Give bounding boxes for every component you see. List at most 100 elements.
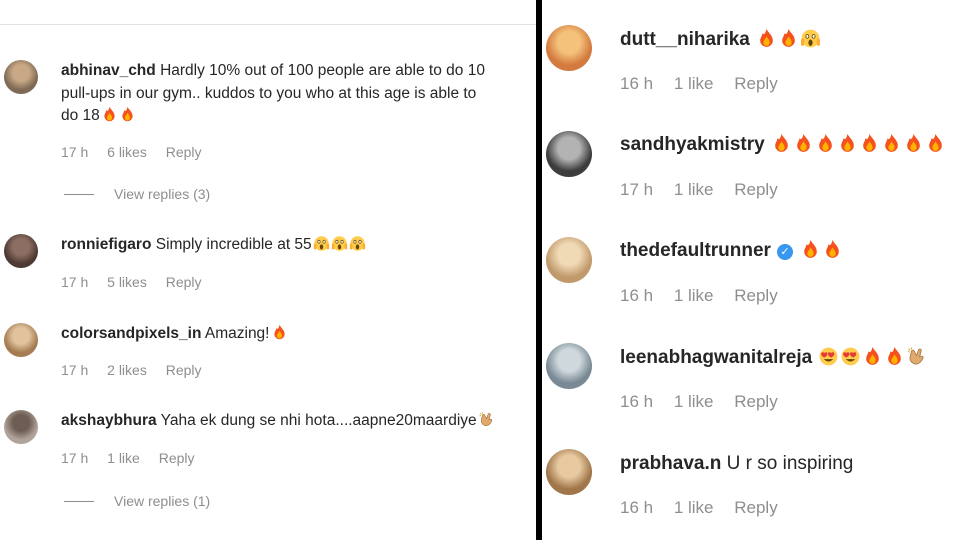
comment-item: abhinav_chd Hardly 10% out of 100 people… bbox=[0, 55, 536, 205]
comment-time: 17 h bbox=[61, 274, 89, 290]
reply-button[interactable]: Reply bbox=[166, 362, 202, 378]
like-count[interactable]: 5 likes bbox=[107, 274, 147, 290]
comment-time: 16 h bbox=[620, 392, 654, 411]
comment-time: 16 h bbox=[620, 74, 654, 93]
scream-emoji-icon bbox=[313, 236, 329, 251]
fire-emoji-icon bbox=[775, 134, 788, 152]
fire-emoji-icon bbox=[866, 347, 880, 365]
comment-item: akshaybhura Yaha ek dung se nhi hota....… bbox=[0, 407, 536, 517]
clap-emoji-icon bbox=[479, 412, 492, 426]
view-replies-button[interactable]: View replies (1) bbox=[64, 493, 210, 509]
comment-text: Hardly 10% out of 100 people are able to… bbox=[160, 62, 485, 79]
hearteyes-emoji-icon bbox=[842, 347, 860, 366]
cropped-text-fragment bbox=[30, 0, 240, 2]
avatar[interactable] bbox=[4, 234, 38, 268]
emoji-row bbox=[755, 29, 821, 50]
view-replies-label: View replies (3) bbox=[114, 186, 211, 202]
comment-username[interactable]: colorsandpixels_in bbox=[61, 325, 201, 342]
comment-username[interactable]: akshaybhura bbox=[61, 412, 157, 429]
avatar[interactable] bbox=[4, 60, 38, 94]
fire-emoji-icon bbox=[907, 134, 920, 152]
scream-emoji-icon bbox=[349, 236, 365, 251]
comment-text: do 18 bbox=[61, 107, 100, 124]
replies-line bbox=[64, 500, 94, 502]
comment-time: 17 h bbox=[61, 450, 89, 466]
replies-line bbox=[64, 193, 94, 195]
fire-emoji-icon bbox=[863, 134, 876, 152]
clap-emoji-icon bbox=[908, 347, 924, 365]
comment-item: ronniefigaro Simply incredible at 55 17 … bbox=[0, 230, 536, 300]
comment-username[interactable]: abhinav_chd bbox=[61, 62, 156, 79]
avatar[interactable] bbox=[4, 410, 38, 444]
fire-emoji-icon bbox=[885, 134, 898, 152]
comment-time: 17 h bbox=[61, 362, 89, 378]
avatar[interactable] bbox=[546, 237, 592, 283]
comments-panel-right: dutt__niharika 16 h 1 like Reply sandhya… bbox=[542, 0, 960, 540]
fire-emoji-icon bbox=[273, 324, 285, 340]
fire-emoji-icon bbox=[104, 106, 115, 122]
hearteyes-emoji-icon bbox=[820, 347, 838, 366]
comments-panel-left: abhinav_chd Hardly 10% out of 100 people… bbox=[0, 0, 536, 540]
emoji-row bbox=[312, 236, 366, 253]
emoji-row bbox=[100, 106, 136, 124]
fire-emoji-icon bbox=[888, 347, 902, 365]
fire-emoji-icon bbox=[819, 134, 832, 152]
comment-time: 17 h bbox=[620, 180, 654, 199]
like-count[interactable]: 1 like bbox=[674, 498, 714, 518]
like-count[interactable]: 2 likes bbox=[107, 362, 147, 378]
comment-username[interactable]: leenabhagwanitalreja bbox=[620, 347, 812, 368]
emoji-row bbox=[817, 347, 927, 368]
fire-emoji-icon bbox=[122, 106, 133, 122]
fire-emoji-icon bbox=[782, 29, 795, 47]
comment-text: Amazing! bbox=[204, 325, 270, 342]
reply-button[interactable]: Reply bbox=[734, 286, 777, 306]
reply-button[interactable]: Reply bbox=[734, 180, 777, 200]
fire-emoji-icon bbox=[797, 134, 810, 152]
emoji-row bbox=[477, 412, 495, 429]
emoji-row bbox=[270, 324, 288, 342]
reply-button[interactable]: Reply bbox=[734, 74, 777, 94]
comment-item: leenabhagwanitalreja 16 h 1 like Reply bbox=[542, 340, 960, 420]
avatar[interactable] bbox=[4, 323, 38, 357]
verified-badge-icon: ✓ bbox=[776, 244, 793, 260]
avatar[interactable] bbox=[546, 131, 592, 177]
like-count[interactable]: 1 like bbox=[674, 392, 714, 412]
like-count[interactable]: 1 like bbox=[674, 74, 714, 94]
comment-item: thedefaultrunner ✓ 16 h 1 like Reply bbox=[542, 234, 960, 314]
view-replies-label: View replies (1) bbox=[114, 493, 211, 509]
comment-item: sandhyakmistry 17 h 1 like Reply bbox=[542, 128, 960, 208]
like-count[interactable]: 6 likes bbox=[107, 144, 147, 160]
like-count[interactable]: 1 like bbox=[674, 286, 714, 306]
reply-button[interactable]: Reply bbox=[166, 144, 202, 160]
comment-username[interactable]: sandhyakmistry bbox=[620, 134, 765, 155]
comment-username[interactable]: thedefaultrunner bbox=[620, 240, 771, 261]
avatar[interactable] bbox=[546, 25, 592, 71]
comment-item: prabhava.n U r so inspiring 16 h 1 like … bbox=[542, 446, 960, 526]
scream-emoji-icon bbox=[801, 29, 821, 48]
comment-username[interactable]: ronniefigaro bbox=[61, 236, 151, 253]
view-replies-button[interactable]: View replies (3) bbox=[64, 186, 210, 202]
fire-emoji-icon bbox=[760, 29, 773, 47]
reply-button[interactable]: Reply bbox=[734, 392, 777, 412]
comment-text: Simply incredible at 55 bbox=[155, 236, 312, 253]
reply-button[interactable]: Reply bbox=[166, 274, 202, 290]
emoji-row bbox=[799, 240, 843, 261]
comment-username[interactable]: prabhava.n bbox=[620, 453, 721, 474]
reply-button[interactable]: Reply bbox=[734, 498, 777, 518]
comment-item: colorsandpixels_in Amazing! 17 h 2 likes… bbox=[0, 318, 536, 388]
emoji-row bbox=[770, 134, 946, 155]
comment-text: U r so inspiring bbox=[726, 453, 854, 474]
scream-emoji-icon bbox=[331, 236, 347, 251]
fire-emoji-icon bbox=[826, 240, 839, 258]
comment-time: 16 h bbox=[620, 286, 654, 305]
fire-emoji-icon bbox=[841, 134, 854, 152]
like-count[interactable]: 1 like bbox=[107, 450, 140, 466]
comment-text: pull-ups in our gym.. kuddos to you who … bbox=[61, 85, 477, 102]
fire-emoji-icon bbox=[804, 240, 817, 258]
reply-button[interactable]: Reply bbox=[159, 450, 195, 466]
avatar[interactable] bbox=[546, 449, 592, 495]
avatar[interactable] bbox=[546, 343, 592, 389]
like-count[interactable]: 1 like bbox=[674, 180, 714, 200]
divider bbox=[0, 24, 536, 25]
comment-username[interactable]: dutt__niharika bbox=[620, 29, 750, 50]
